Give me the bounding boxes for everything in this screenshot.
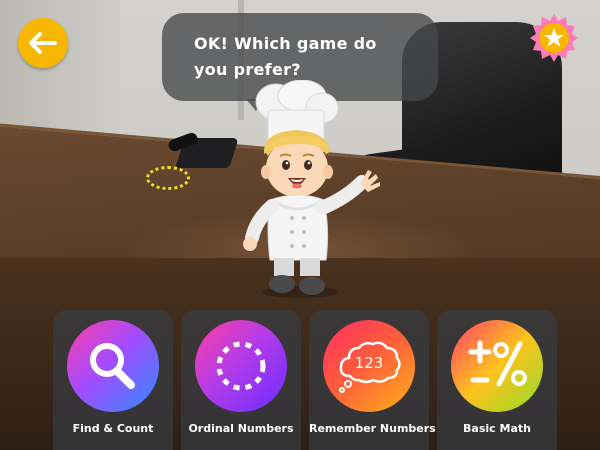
- arrow-left-icon: [29, 32, 57, 54]
- yellow-cable: [146, 166, 190, 190]
- star-badge-button[interactable]: [529, 13, 579, 63]
- remember-numbers-button[interactable]: 123: [323, 320, 415, 412]
- game-card-ordinal-numbers[interactable]: Ordinal Numbers: [181, 310, 301, 450]
- game-card-basic-math[interactable]: Basic Math: [437, 310, 557, 450]
- game-label: Ordinal Numbers: [188, 422, 294, 435]
- find-count-button[interactable]: [67, 320, 159, 412]
- dialog-text: OK! Which game do you prefer?: [194, 34, 377, 79]
- back-button[interactable]: [18, 18, 68, 68]
- magnifier-icon: [90, 343, 135, 389]
- chef-character: [243, 80, 380, 298]
- game-card-remember-numbers[interactable]: 123 Remember Numbers: [309, 310, 436, 450]
- game-card-find-count[interactable]: Find & Count: [53, 310, 173, 450]
- plus-minus-percent-icon: [468, 340, 527, 387]
- star-badge-icon: [530, 14, 578, 62]
- dotted-circle-icon: [216, 341, 266, 391]
- ordinal-numbers-button[interactable]: [195, 320, 287, 412]
- basic-math-button[interactable]: [451, 320, 543, 412]
- thought-bubble-number: 123: [355, 354, 384, 372]
- game-label: Remember Numbers: [309, 422, 436, 435]
- game-label: Find & Count: [72, 422, 154, 435]
- game-label: Basic Math: [463, 422, 531, 435]
- thought-bubble-123-icon: 123: [339, 341, 401, 393]
